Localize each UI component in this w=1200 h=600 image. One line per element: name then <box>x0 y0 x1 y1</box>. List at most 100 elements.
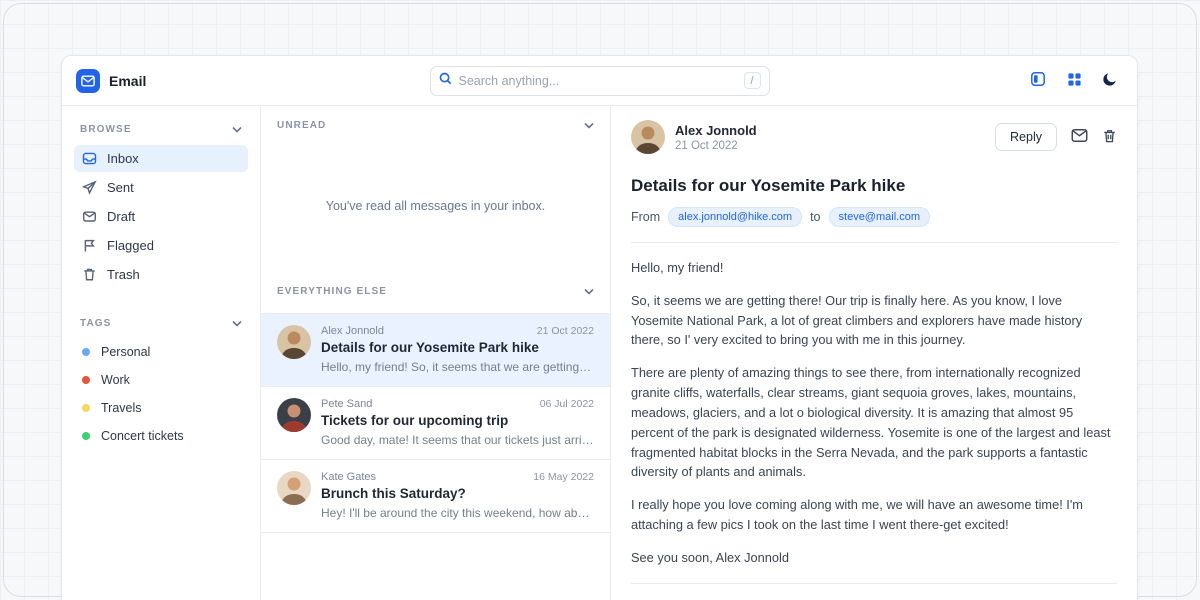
detail-actions: Reply <box>995 123 1117 151</box>
search-box[interactable]: / <box>430 66 770 96</box>
from-label: From <box>631 210 660 224</box>
detail-header: Alex Jonnold 21 Oct 2022 Reply <box>631 120 1117 154</box>
tag-color-dot <box>82 432 90 440</box>
detail-sender-block: Alex Jonnold 21 Oct 2022 <box>675 123 757 152</box>
apps-grid-icon <box>1067 72 1082 90</box>
layout-panel-button[interactable] <box>1025 68 1051 94</box>
to-label: to <box>810 210 820 224</box>
email-body: Hello, my friend! So, it seems we are ge… <box>631 258 1117 568</box>
message-sender: Pete Sand <box>321 398 372 410</box>
tags-label: TAGS <box>80 318 111 329</box>
message-preview: Hey! I'll be around the city this weeken… <box>321 506 594 520</box>
topbar-actions <box>1025 68 1123 94</box>
message-preview: Good day, mate! It seems that our ticket… <box>321 433 594 447</box>
message-date: 21 Oct 2022 <box>537 325 594 337</box>
from-email-chip[interactable]: alex.jonnold@hike.com <box>668 207 802 227</box>
message-sender: Kate Gates <box>321 471 376 483</box>
avatar <box>277 398 311 432</box>
unread-label: UNREAD <box>277 120 326 131</box>
email-app-window: Email / <box>61 55 1138 600</box>
body-paragraph: So, it seems we are getting there! Our t… <box>631 291 1117 350</box>
message-preview: Hello, my friend! So, it seems that we a… <box>321 360 594 374</box>
sidebar-item-draft[interactable]: Draft <box>74 203 248 230</box>
sidebar-item-inbox[interactable]: Inbox <box>74 145 248 172</box>
divider <box>631 242 1117 243</box>
message-summary: Kate Gates 16 May 2022 Brunch this Satur… <box>321 471 594 520</box>
trash-icon <box>82 267 97 282</box>
mark-as-email-button[interactable] <box>1071 128 1088 146</box>
sidebar-item-flagged[interactable]: Flagged <box>74 232 248 259</box>
detail-subject: Details for our Yosemite Park hike <box>631 176 1117 196</box>
sidebar-item-label: Flagged <box>107 238 154 253</box>
brand: Email <box>76 69 146 93</box>
reply-button[interactable]: Reply <box>995 123 1057 151</box>
tag-item-concert-tickets[interactable]: Concert tickets <box>74 423 248 449</box>
chevron-down-icon[interactable] <box>232 126 242 133</box>
trash-icon <box>1102 128 1117 147</box>
apps-grid-button[interactable] <box>1061 68 1087 94</box>
message-list-item[interactable]: Pete Sand 06 Jul 2022 Tickets for our up… <box>261 387 610 460</box>
sidebar-item-label: Draft <box>107 209 135 224</box>
message-detail-panel: Alex Jonnold 21 Oct 2022 Reply <box>611 106 1137 600</box>
tag-label: Travels <box>101 401 142 415</box>
sidebar-item-label: Inbox <box>107 151 139 166</box>
browse-section-header: BROWSE <box>74 120 248 139</box>
message-subject: Tickets for our upcoming trip <box>321 413 594 428</box>
everything-else-header: EVERYTHING ELSE <box>261 274 610 307</box>
avatar <box>277 325 311 359</box>
body-paragraph: I really hope you love coming along with… <box>631 495 1117 535</box>
tag-color-dot <box>82 348 90 356</box>
to-email-chip[interactable]: steve@mail.com <box>829 207 930 227</box>
email-logo-icon <box>76 69 100 93</box>
topbar: Email / <box>62 56 1137 106</box>
tags-section: TAGS Personal Work Travels <box>74 314 248 449</box>
chevron-down-icon[interactable] <box>232 320 242 327</box>
message-date: 16 May 2022 <box>533 471 594 483</box>
body-paragraph: Hello, my friend! <box>631 258 1117 278</box>
body-paragraph: There are plenty of amazing things to se… <box>631 363 1117 482</box>
message-list-item[interactable]: Alex Jonnold 21 Oct 2022 Details for our… <box>261 313 610 387</box>
detail-date: 21 Oct 2022 <box>675 140 757 152</box>
sidebar-item-trash[interactable]: Trash <box>74 261 248 288</box>
search-input[interactable] <box>459 74 737 88</box>
chevron-down-icon[interactable] <box>584 288 594 295</box>
message-subject: Brunch this Saturday? <box>321 486 594 501</box>
unread-section: UNREAD You've read all messages in your … <box>261 106 610 274</box>
browse-label: BROWSE <box>80 124 132 135</box>
folder-nav: Inbox Sent Draft <box>74 145 248 288</box>
message-summary: Alex Jonnold 21 Oct 2022 Details for our… <box>321 325 594 374</box>
message-sender: Alex Jonnold <box>321 325 384 337</box>
chevron-down-icon[interactable] <box>584 122 594 129</box>
inbox-icon <box>82 151 97 166</box>
sidebar-item-label: Sent <box>107 180 134 195</box>
tag-color-dot <box>82 376 90 384</box>
detail-sender-name: Alex Jonnold <box>675 123 757 138</box>
tag-item-travels[interactable]: Travels <box>74 395 248 421</box>
message-date: 06 Jul 2022 <box>540 398 594 410</box>
avatar <box>631 120 665 154</box>
delete-message-button[interactable] <box>1102 128 1117 147</box>
envelope-icon <box>1071 128 1088 146</box>
dark-mode-button[interactable] <box>1097 68 1123 94</box>
sidebar-item-sent[interactable]: Sent <box>74 174 248 201</box>
sidebar-item-label: Trash <box>107 267 140 282</box>
message-list-item[interactable]: Kate Gates 16 May 2022 Brunch this Satur… <box>261 460 610 533</box>
flag-icon <box>82 238 97 253</box>
draft-icon <box>82 209 97 224</box>
tag-label: Concert tickets <box>101 429 184 443</box>
tag-item-work[interactable]: Work <box>74 367 248 393</box>
from-to-row: From alex.jonnold@hike.com to steve@mail… <box>631 207 1117 227</box>
avatar <box>277 471 311 505</box>
moon-icon <box>1102 71 1118 90</box>
message-summary: Pete Sand 06 Jul 2022 Tickets for our up… <box>321 398 594 447</box>
tags-section-header: TAGS <box>74 314 248 333</box>
message-subject: Details for our Yosemite Park hike <box>321 340 594 355</box>
tag-label: Personal <box>101 345 150 359</box>
body-paragraph: See you soon, Alex Jonnold <box>631 548 1117 568</box>
layout-panel-icon <box>1030 71 1046 90</box>
everything-else-label: EVERYTHING ELSE <box>277 286 387 297</box>
tag-item-personal[interactable]: Personal <box>74 339 248 365</box>
tag-label: Work <box>101 373 130 387</box>
divider <box>631 583 1117 584</box>
search-icon <box>439 72 452 90</box>
